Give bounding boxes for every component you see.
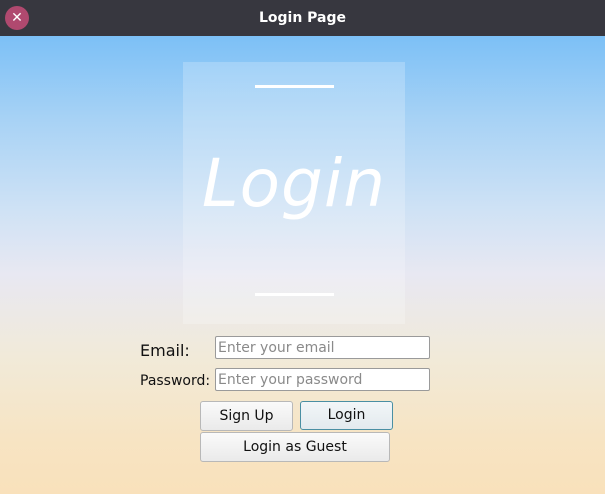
password-label: Password: — [140, 373, 211, 389]
login-window: Login Page ✕ Login Email: Password: Sign… — [0, 0, 605, 494]
logo-text: Login — [201, 145, 387, 222]
login-as-guest-button[interactable]: Login as Guest — [200, 432, 390, 462]
email-field[interactable] — [215, 336, 430, 359]
password-field[interactable] — [215, 368, 430, 391]
window-title: Login Page — [258, 10, 347, 26]
sign-up-button[interactable]: Sign Up — [200, 401, 293, 431]
logo-top-line — [255, 85, 334, 88]
close-button[interactable]: ✕ — [5, 6, 29, 30]
main-content: Login Email: Password: Sign Up Login Log… — [0, 36, 605, 494]
logo-bottom-line — [255, 293, 334, 296]
login-logo-panel: Login — [183, 62, 405, 324]
title-bar: Login Page ✕ — [0, 0, 605, 36]
close-icon: ✕ — [11, 10, 23, 26]
login-button[interactable]: Login — [300, 401, 393, 430]
email-label: Email: — [140, 341, 190, 360]
